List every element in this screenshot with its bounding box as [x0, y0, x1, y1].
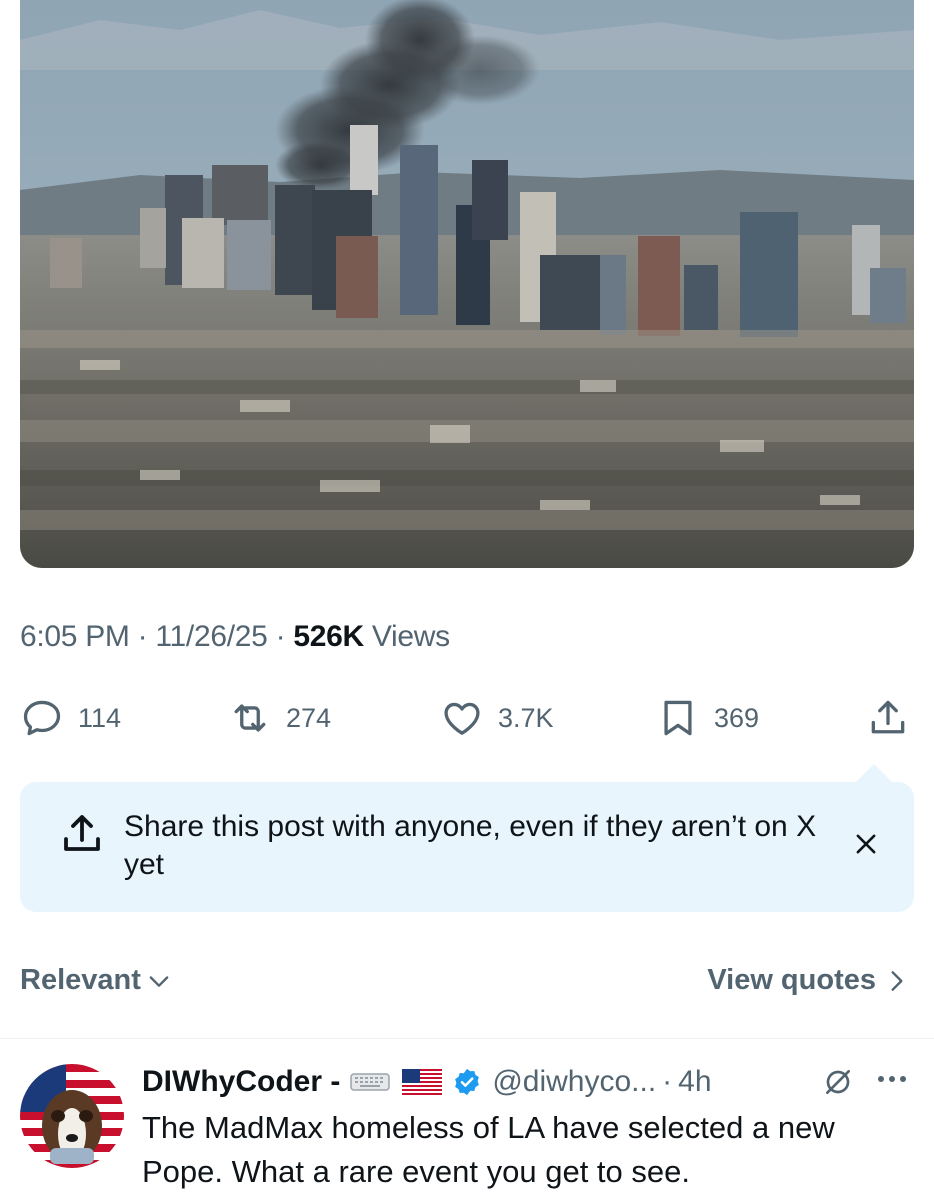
- reply-author-name[interactable]: DIWhyCoder -: [142, 1065, 340, 1099]
- view-quotes-link[interactable]: View quotes: [707, 964, 910, 997]
- share-button[interactable]: [866, 690, 910, 746]
- heart-icon: [444, 702, 480, 735]
- bookmark-button[interactable]: 369: [656, 690, 759, 746]
- keyboard-emoji-icon: [350, 1073, 391, 1091]
- more-options-icon[interactable]: [876, 1074, 908, 1084]
- share-icon: [871, 700, 905, 734]
- share-banner-text: Share this post with anyone, even if the…: [124, 810, 817, 881]
- post-meta: 6:05 PM · 11/26/25 · 526K Views: [20, 620, 450, 654]
- repost-count: 274: [286, 702, 332, 733]
- like-button[interactable]: 3.7K: [440, 690, 554, 746]
- dog-flag-avatar: [20, 1064, 124, 1168]
- meta-separator: ·: [129, 620, 156, 653]
- reply-time[interactable]: 4h: [678, 1065, 711, 1099]
- bookmark-icon: [664, 700, 692, 736]
- sort-relevant-label: Relevant: [20, 964, 141, 996]
- repost-icon: [234, 704, 266, 732]
- action-bar: 114 274 3.7K 369: [0, 690, 934, 746]
- reply-header: DIWhyCoder - @diwhyco... · 4h: [142, 1062, 922, 1102]
- bookmark-count: 369: [714, 702, 760, 733]
- views-label: Views: [363, 620, 450, 653]
- reply-count: 114: [78, 702, 122, 733]
- divider: [0, 1038, 934, 1039]
- us-flag-emoji-icon: [402, 1069, 443, 1095]
- city-skyline-photo: [20, 0, 914, 568]
- close-icon[interactable]: [852, 830, 880, 858]
- avatar[interactable]: [20, 1064, 124, 1168]
- chevron-right-icon: [891, 970, 903, 991]
- replies-sort-row: Relevant View quotes: [20, 964, 914, 1008]
- reply-author-handle[interactable]: @diwhyco...: [492, 1065, 656, 1099]
- post-photo[interactable]: [20, 0, 914, 568]
- post-date[interactable]: 11/26/25: [155, 620, 267, 653]
- share-icon: [58, 810, 106, 858]
- sort-relevant-dropdown[interactable]: Relevant: [20, 964, 173, 997]
- like-count: 3.7K: [498, 702, 554, 733]
- share-banner: Share this post with anyone, even if the…: [20, 764, 914, 912]
- reply-text: The MadMax homeless of LA have selected …: [142, 1110, 835, 1189]
- repost-button[interactable]: 274: [228, 690, 331, 746]
- verified-badge-icon: [455, 1068, 480, 1096]
- reply-button[interactable]: 114: [20, 690, 121, 746]
- post-time[interactable]: 6:05 PM: [20, 620, 130, 653]
- reply-icon: [23, 700, 61, 736]
- views-count: 526K: [293, 620, 364, 653]
- banner-pointer: [856, 764, 892, 782]
- view-quotes-label: View quotes: [707, 964, 876, 996]
- meta-separator: ·: [267, 620, 294, 653]
- chevron-down-icon: [149, 975, 169, 987]
- grok-icon[interactable]: [822, 1066, 854, 1098]
- reply-separator: ·: [662, 1065, 673, 1098]
